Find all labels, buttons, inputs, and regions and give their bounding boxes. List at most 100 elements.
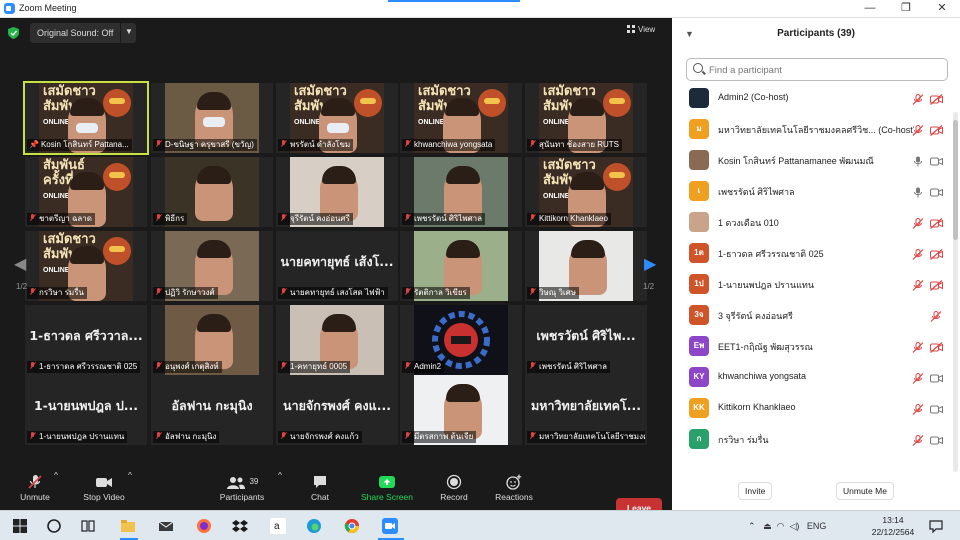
video-off-icon[interactable] [930, 278, 943, 291]
participant-row[interactable]: KK Kittikorn Khanklaeo [672, 394, 952, 422]
video-tile[interactable]: มหาวิทยาลัยเทคโ... มหาวิทยาลัยเทคโนโลยีรา… [525, 375, 647, 445]
video-camera-icon[interactable] [930, 433, 943, 445]
video-tile[interactable]: เสมัดชาว สัมพันธ์ ONLINE พรรัตน์ ดำลังโขม [276, 83, 398, 153]
video-tile[interactable]: ปฏิวิ รักษาวงศ์ [151, 231, 273, 301]
unmute-button[interactable]: Unmute [12, 470, 58, 502]
mail-icon[interactable] [158, 518, 174, 534]
video-tile[interactable]: เพชรรัตน์ ศิริไพศาล [400, 157, 522, 227]
task-view-icon[interactable] [80, 518, 96, 534]
microphone-icon[interactable] [912, 185, 924, 198]
dropbox-icon[interactable] [232, 518, 248, 534]
video-camera-icon[interactable] [930, 402, 943, 414]
participant-row[interactable]: 3จ 3 จุรีรัตน์ คงอ่อนศรี [672, 301, 952, 329]
participants-button[interactable]: 39 Participants [214, 470, 270, 502]
record-button[interactable]: Record [434, 470, 474, 502]
video-tile[interactable]: อนุพงศ์ เกตุสิงห์ [151, 305, 273, 375]
microphone-muted-icon[interactable] [912, 216, 924, 229]
video-tile[interactable]: 1-นายนพปฎล ป... 1-นายนพปฎล ปรานแทน [25, 375, 147, 445]
show-hidden-icons-chevron-icon[interactable]: ⌃ [748, 521, 756, 531]
video-tile[interactable]: เสมัดชาว สัมพันธ์ ONLINE khwanchiwa yongsat… [400, 83, 522, 153]
notification-center-icon[interactable] [928, 518, 944, 534]
participant-row[interactable]: เ เพชรรัตน์ ศิริไพศาล [672, 177, 952, 205]
chrome-icon[interactable] [344, 518, 360, 534]
audio-options-chevron-icon[interactable]: ^ [54, 470, 58, 480]
microphone-muted-icon[interactable] [912, 371, 924, 384]
participant-row[interactable]: Admin2 (Co-host) [672, 84, 952, 112]
video-tile[interactable]: อัลฟาน กะมุนิง อัลฟาน กะมุนิง [151, 375, 273, 445]
file-explorer-icon[interactable] [120, 518, 136, 534]
scrollbar-thumb[interactable] [953, 120, 958, 240]
shield-icon[interactable] [8, 27, 19, 39]
microphone-muted-icon[interactable] [912, 340, 924, 353]
video-tile[interactable]: สัมพันธ์ ครั้งที่ 3 ONLINE ชาตรีญา ฉลาด [25, 157, 147, 227]
previous-page-arrow-icon[interactable]: ◀ [14, 254, 26, 274]
taskbar-clock[interactable]: 13:14 22/12/2564 [866, 514, 920, 538]
video-tile[interactable]: เสมัดชาว สัมพันธ์ ONLINE Kittikorn Khanklae… [525, 157, 647, 227]
video-tile[interactable]: D-ขนิษฐา ครุขาสรี (ขวัญ) [151, 83, 273, 153]
chat-button[interactable]: Chat [302, 470, 338, 502]
video-tile[interactable]: นายคทายุทธ์ เส้งโ... นายคทายุทธ์ เสงโสด ไ… [276, 231, 398, 301]
video-tile[interactable]: จุรีรัตน์ คงอ่อนศรี [276, 157, 398, 227]
language-indicator[interactable]: ENG [807, 521, 827, 531]
video-off-icon[interactable] [930, 92, 943, 105]
microphone-icon[interactable] [912, 154, 924, 167]
participant-row[interactable]: ก กรวิษา ร่มรื่น [672, 425, 952, 453]
video-options-chevron-icon[interactable]: ^ [128, 470, 132, 480]
video-off-icon[interactable] [930, 123, 943, 136]
zoom-taskbar-icon[interactable] [382, 518, 398, 534]
video-tile[interactable]: พิธีกร [151, 157, 273, 227]
close-button[interactable]: ✕ [926, 0, 958, 18]
share-screen-button[interactable]: Share Screen [356, 470, 418, 502]
microphone-muted-icon[interactable] [912, 123, 924, 136]
stop-video-button[interactable]: Stop Video [78, 470, 130, 502]
participant-row[interactable]: 1ป 1-นายนพปฎล ปรานแทน [672, 270, 952, 298]
edge-icon[interactable] [306, 518, 322, 534]
video-tile[interactable]: นายจักรพงศ์ คงแ... นายจักรพงศ์ คงแก้ว [276, 375, 398, 445]
participant-row[interactable]: KY khwanchiwa yongsata [672, 363, 952, 391]
participant-list-scrollbar[interactable] [953, 112, 958, 472]
participants-options-chevron-icon[interactable]: ^ [278, 470, 282, 480]
microphone-muted-icon[interactable] [912, 278, 924, 291]
view-button[interactable]: View [627, 25, 655, 34]
video-off-icon[interactable] [930, 216, 943, 229]
next-page-arrow-icon[interactable]: ▶ [644, 254, 656, 274]
reactions-button[interactable]: Reactions [490, 470, 538, 502]
usb-icon[interactable]: ⏏ [763, 521, 772, 531]
video-tile[interactable]: เสมัดชาว สัมพันธ์ ONLINE สุนันทา ช้องสาย RU… [525, 83, 647, 153]
microphone-muted-icon[interactable] [912, 92, 924, 105]
video-tile[interactable]: วิษณุ วิเศษ [525, 231, 647, 301]
video-off-icon[interactable] [930, 247, 943, 260]
video-tile[interactable]: มีตรสกาพ ต้นเจีย [400, 375, 522, 445]
participant-search-input[interactable]: Find a participant [686, 58, 948, 81]
volume-icon[interactable]: ◁) [789, 521, 799, 531]
video-tile[interactable]: Admin2 [400, 305, 522, 375]
video-tile[interactable]: เพชรวัตน์ ศิริไพ... เพชรรัตน์ ศิริไพศาล [525, 305, 647, 375]
participant-row[interactable]: 1 ดวงเดือน 010 [672, 208, 952, 236]
video-tile[interactable]: รัตติกาล วิเขียร [400, 231, 522, 301]
video-camera-icon[interactable] [930, 154, 943, 166]
wifi-icon[interactable]: ◠ [777, 521, 785, 531]
microphone-muted-icon[interactable] [912, 433, 924, 446]
video-off-icon[interactable] [930, 340, 943, 353]
cortana-search-icon[interactable] [46, 518, 62, 534]
video-camera-icon[interactable] [930, 185, 943, 197]
windows-start-icon[interactable] [12, 518, 28, 534]
video-tile[interactable]: 1-คทายุทธ์ 0005 [276, 305, 398, 375]
firefox-icon[interactable] [196, 518, 212, 534]
participant-row[interactable]: ม มหาวิทยาลัยเทคโนโลยีราชมงคลศรีวิช... (C… [672, 115, 952, 143]
microphone-muted-icon[interactable] [930, 309, 942, 322]
unmute-me-button[interactable]: Unmute Me [836, 482, 894, 500]
video-tile[interactable]: เสมัดชาว สัมพันธ์ ONLINE 📌 Kosin โกสินทร์ Pa… [23, 81, 149, 155]
participant-row[interactable]: Kosin โกสินทร์ Pattanamanee พัฒนมณี [672, 146, 952, 174]
participant-row[interactable]: Eพ EET1-กฤิณัฐ พัฒสุวรรณ [672, 332, 952, 360]
minimize-button[interactable]: — [854, 0, 886, 18]
video-camera-icon[interactable] [930, 371, 943, 383]
video-tile[interactable]: 1-ธาวดล ศรีววาล... 1-ธาราดล ศรีวรรณชาติ 0… [25, 305, 147, 375]
microphone-muted-icon[interactable] [912, 402, 924, 415]
invite-button[interactable]: Invite [738, 482, 773, 500]
video-tile[interactable]: เสมัดชาว สัมพันธ์ ONLINE กรวิษา ร่มรื่น [25, 231, 147, 301]
restore-button[interactable]: ❐ [890, 0, 922, 18]
amazon-icon[interactable]: a [270, 518, 286, 534]
chevron-down-icon[interactable]: ▼ [125, 27, 133, 36]
microphone-muted-icon[interactable] [912, 247, 924, 260]
